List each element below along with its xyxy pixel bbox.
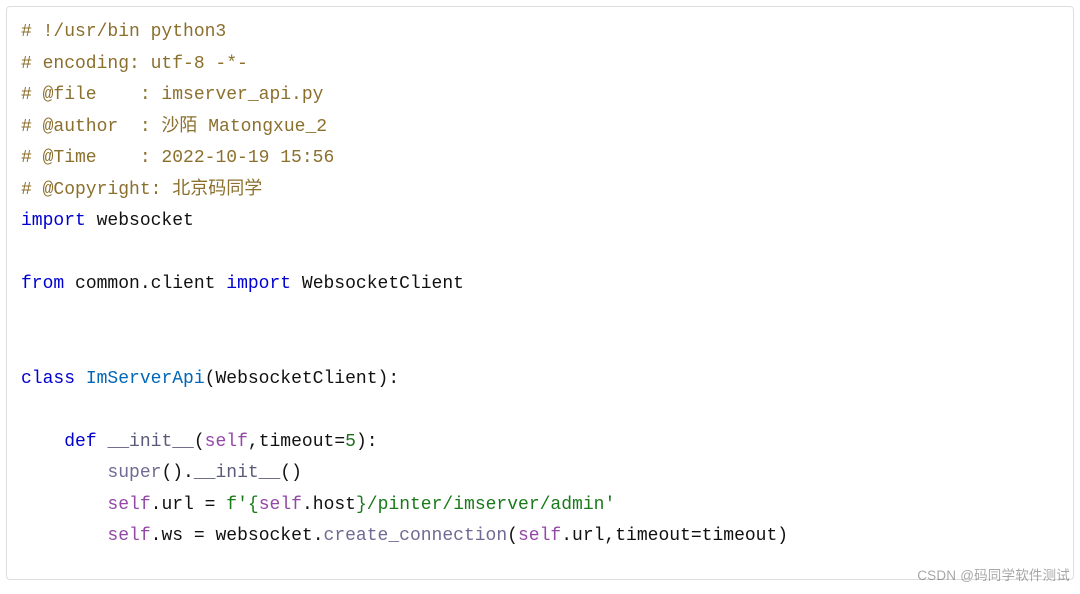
number-literal: 5	[345, 432, 356, 452]
kwarg-value: timeout	[702, 526, 778, 546]
self-ref: self	[259, 495, 302, 515]
attr-name: url	[572, 526, 604, 546]
comment-line: # @Time : 2022-10-19 15:56	[21, 148, 334, 168]
self-ref: self	[518, 526, 561, 546]
brace-open: {	[248, 495, 259, 515]
kwarg-name: timeout	[615, 526, 691, 546]
keyword-from: from	[21, 274, 64, 294]
self-ref: self	[107, 495, 150, 515]
fstring-prefix: f	[226, 495, 237, 515]
self-ref: self	[107, 526, 150, 546]
watermark-text: CSDN @码同学软件测试	[917, 564, 1070, 588]
comment-line: # encoding: utf-8 -*-	[21, 54, 248, 74]
attr-name: host	[313, 495, 356, 515]
string-literal: /pinter/imserver/admin	[367, 495, 605, 515]
comment-line: # @author : 沙陌 Matongxue_2	[21, 117, 327, 137]
module-ref: websocket	[216, 526, 313, 546]
param-name: timeout	[259, 432, 335, 452]
keyword-def: def	[64, 432, 96, 452]
class-ref: WebsocketClient	[302, 274, 464, 294]
module-name: websocket	[97, 211, 194, 231]
keyword-import: import	[226, 274, 291, 294]
dunder-init: __init__	[194, 463, 280, 483]
keyword-import: import	[21, 211, 86, 231]
comment-line: # !/usr/bin python3	[21, 22, 226, 42]
comment-line: # @Copyright: 北京码同学	[21, 180, 262, 200]
class-name: ImServerApi	[86, 369, 205, 389]
code-block: # !/usr/bin python3 # encoding: utf-8 -*…	[6, 6, 1074, 580]
attr-name: ws	[161, 526, 183, 546]
keyword-class: class	[21, 369, 75, 389]
comment-line: # @file : imserver_api.py	[21, 85, 323, 105]
module-name: common	[75, 274, 140, 294]
string-quote: '	[237, 495, 248, 515]
string-quote: '	[604, 495, 615, 515]
module-name: client	[151, 274, 216, 294]
function-call: create_connection	[324, 526, 508, 546]
brace-close: }	[356, 495, 367, 515]
code-pre: # !/usr/bin python3 # encoding: utf-8 -*…	[21, 17, 1059, 553]
base-class: WebsocketClient	[215, 369, 377, 389]
self-param: self	[205, 432, 248, 452]
builtin-super: super	[107, 463, 161, 483]
method-name: __init__	[107, 432, 193, 452]
attr-name: url	[161, 495, 193, 515]
